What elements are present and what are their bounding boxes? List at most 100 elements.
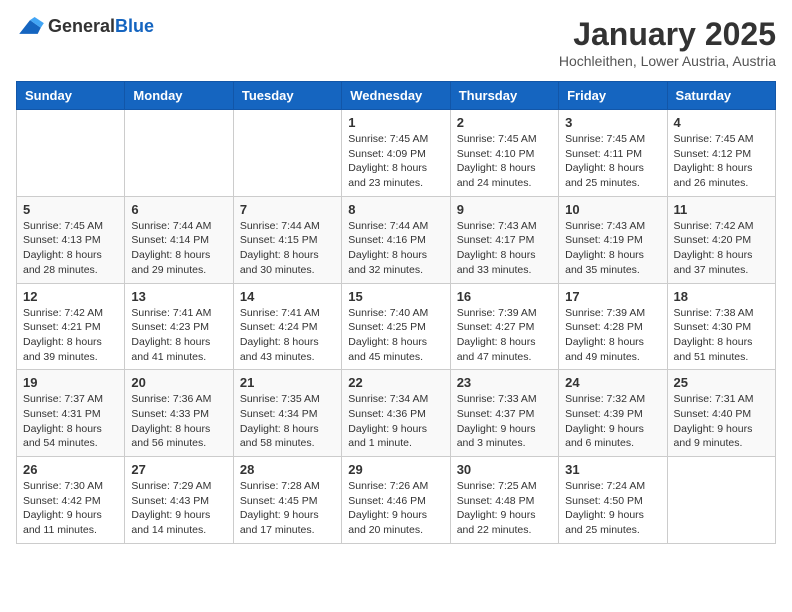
day-info: Sunrise: 7:26 AM Sunset: 4:46 PM Dayligh…: [348, 479, 443, 538]
day-of-week-header: Thursday: [450, 82, 558, 110]
day-info: Sunrise: 7:24 AM Sunset: 4:50 PM Dayligh…: [565, 479, 660, 538]
calendar-day-cell: 4 Sunrise: 7:45 AM Sunset: 4:12 PM Daylig…: [667, 110, 775, 197]
day-of-week-header: Friday: [559, 82, 667, 110]
day-number: 21: [240, 375, 335, 390]
day-info: Sunrise: 7:45 AM Sunset: 4:13 PM Dayligh…: [23, 219, 118, 278]
calendar-day-cell: 2 Sunrise: 7:45 AM Sunset: 4:10 PM Daylig…: [450, 110, 558, 197]
day-info: Sunrise: 7:41 AM Sunset: 4:24 PM Dayligh…: [240, 306, 335, 365]
calendar-day-cell: 20 Sunrise: 7:36 AM Sunset: 4:33 PM Dayli…: [125, 370, 233, 457]
calendar-day-cell: 6 Sunrise: 7:44 AM Sunset: 4:14 PM Daylig…: [125, 196, 233, 283]
day-info: Sunrise: 7:32 AM Sunset: 4:39 PM Dayligh…: [565, 392, 660, 451]
day-number: 17: [565, 289, 660, 304]
day-number: 20: [131, 375, 226, 390]
calendar-day-cell: [233, 110, 341, 197]
calendar-week-row: 19Sunrise: 7:37 AM Sunset: 4:31 PM Dayli…: [17, 370, 776, 457]
calendar-day-cell: 9Sunrise: 7:43 AM Sunset: 4:17 PM Daylig…: [450, 196, 558, 283]
day-info: Sunrise: 7:39 AM Sunset: 4:28 PM Dayligh…: [565, 306, 660, 365]
calendar-day-cell: 31Sunrise: 7:24 AM Sunset: 4:50 PM Dayli…: [559, 457, 667, 544]
calendar-day-cell: 8 Sunrise: 7:44 AM Sunset: 4:16 PM Daylig…: [342, 196, 450, 283]
day-of-week-header: Sunday: [17, 82, 125, 110]
day-info: Sunrise: 7:45 AM Sunset: 4:10 PM Dayligh…: [457, 132, 552, 191]
calendar-day-cell: 24 Sunrise: 7:32 AM Sunset: 4:39 PM Dayli…: [559, 370, 667, 457]
calendar-day-cell: 25Sunrise: 7:31 AM Sunset: 4:40 PM Dayli…: [667, 370, 775, 457]
day-number: 29: [348, 462, 443, 477]
calendar-week-row: 1 Sunrise: 7:45 AM Sunset: 4:09 PM Daylig…: [17, 110, 776, 197]
day-number: 4: [674, 115, 769, 130]
calendar-header-row: SundayMondayTuesdayWednesdayThursdayFrid…: [17, 82, 776, 110]
location-subtitle: Hochleithen, Lower Austria, Austria: [559, 53, 776, 69]
day-number: 1: [348, 115, 443, 130]
day-info: Sunrise: 7:44 AM Sunset: 4:14 PM Dayligh…: [131, 219, 226, 278]
calendar-day-cell: 28 Sunrise: 7:28 AM Sunset: 4:45 PM Dayli…: [233, 457, 341, 544]
day-number: 2: [457, 115, 552, 130]
day-number: 5: [23, 202, 118, 217]
day-of-week-header: Wednesday: [342, 82, 450, 110]
day-of-week-header: Monday: [125, 82, 233, 110]
day-info: Sunrise: 7:28 AM Sunset: 4:45 PM Dayligh…: [240, 479, 335, 538]
day-info: Sunrise: 7:41 AM Sunset: 4:23 PM Dayligh…: [131, 306, 226, 365]
day-info: Sunrise: 7:38 AM Sunset: 4:30 PM Dayligh…: [674, 306, 769, 365]
logo-blue: Blue: [115, 16, 154, 36]
calendar-day-cell: 27 Sunrise: 7:29 AM Sunset: 4:43 PM Dayli…: [125, 457, 233, 544]
calendar-day-cell: 15 Sunrise: 7:40 AM Sunset: 4:25 PM Dayli…: [342, 283, 450, 370]
day-number: 22: [348, 375, 443, 390]
day-number: 15: [348, 289, 443, 304]
day-number: 28: [240, 462, 335, 477]
calendar-day-cell: 11Sunrise: 7:42 AM Sunset: 4:20 PM Dayli…: [667, 196, 775, 283]
calendar-day-cell: 29 Sunrise: 7:26 AM Sunset: 4:46 PM Dayli…: [342, 457, 450, 544]
day-info: Sunrise: 7:36 AM Sunset: 4:33 PM Dayligh…: [131, 392, 226, 451]
day-info: Sunrise: 7:30 AM Sunset: 4:42 PM Dayligh…: [23, 479, 118, 538]
day-number: 16: [457, 289, 552, 304]
calendar-day-cell: 10Sunrise: 7:43 AM Sunset: 4:19 PM Dayli…: [559, 196, 667, 283]
calendar-day-cell: 17 Sunrise: 7:39 AM Sunset: 4:28 PM Dayli…: [559, 283, 667, 370]
day-number: 10: [565, 202, 660, 217]
day-number: 26: [23, 462, 118, 477]
calendar-day-cell: 18Sunrise: 7:38 AM Sunset: 4:30 PM Dayli…: [667, 283, 775, 370]
day-number: 3: [565, 115, 660, 130]
logo-text: GeneralBlue: [48, 16, 154, 37]
calendar-day-cell: [17, 110, 125, 197]
day-number: 25: [674, 375, 769, 390]
day-number: 13: [131, 289, 226, 304]
day-info: Sunrise: 7:42 AM Sunset: 4:21 PM Dayligh…: [23, 306, 118, 365]
day-number: 9: [457, 202, 552, 217]
day-number: 8: [348, 202, 443, 217]
day-number: 12: [23, 289, 118, 304]
day-number: 19: [23, 375, 118, 390]
month-title: January 2025: [559, 16, 776, 53]
day-info: Sunrise: 7:42 AM Sunset: 4:20 PM Dayligh…: [674, 219, 769, 278]
day-number: 24: [565, 375, 660, 390]
day-number: 6: [131, 202, 226, 217]
calendar-day-cell: 19Sunrise: 7:37 AM Sunset: 4:31 PM Dayli…: [17, 370, 125, 457]
calendar-day-cell: 5 Sunrise: 7:45 AM Sunset: 4:13 PM Daylig…: [17, 196, 125, 283]
logo-icon: [16, 17, 44, 37]
day-info: Sunrise: 7:25 AM Sunset: 4:48 PM Dayligh…: [457, 479, 552, 538]
logo-general: General: [48, 16, 115, 36]
day-info: Sunrise: 7:29 AM Sunset: 4:43 PM Dayligh…: [131, 479, 226, 538]
day-info: Sunrise: 7:39 AM Sunset: 4:27 PM Dayligh…: [457, 306, 552, 365]
calendar-week-row: 26 Sunrise: 7:30 AM Sunset: 4:42 PM Dayli…: [17, 457, 776, 544]
day-info: Sunrise: 7:45 AM Sunset: 4:11 PM Dayligh…: [565, 132, 660, 191]
day-of-week-header: Saturday: [667, 82, 775, 110]
day-info: Sunrise: 7:45 AM Sunset: 4:12 PM Dayligh…: [674, 132, 769, 191]
day-info: Sunrise: 7:45 AM Sunset: 4:09 PM Dayligh…: [348, 132, 443, 191]
day-info: Sunrise: 7:40 AM Sunset: 4:25 PM Dayligh…: [348, 306, 443, 365]
day-info: Sunrise: 7:44 AM Sunset: 4:15 PM Dayligh…: [240, 219, 335, 278]
day-info: Sunrise: 7:34 AM Sunset: 4:36 PM Dayligh…: [348, 392, 443, 451]
day-info: Sunrise: 7:35 AM Sunset: 4:34 PM Dayligh…: [240, 392, 335, 451]
day-number: 27: [131, 462, 226, 477]
calendar-day-cell: 16 Sunrise: 7:39 AM Sunset: 4:27 PM Dayli…: [450, 283, 558, 370]
day-number: 14: [240, 289, 335, 304]
calendar-day-cell: 14 Sunrise: 7:41 AM Sunset: 4:24 PM Dayli…: [233, 283, 341, 370]
day-info: Sunrise: 7:44 AM Sunset: 4:16 PM Dayligh…: [348, 219, 443, 278]
calendar-day-cell: 3 Sunrise: 7:45 AM Sunset: 4:11 PM Daylig…: [559, 110, 667, 197]
calendar-day-cell: 13 Sunrise: 7:41 AM Sunset: 4:23 PM Dayli…: [125, 283, 233, 370]
logo: GeneralBlue: [16, 16, 154, 37]
calendar-day-cell: 1 Sunrise: 7:45 AM Sunset: 4:09 PM Daylig…: [342, 110, 450, 197]
day-number: 30: [457, 462, 552, 477]
day-of-week-header: Tuesday: [233, 82, 341, 110]
calendar-day-cell: 21 Sunrise: 7:35 AM Sunset: 4:34 PM Dayli…: [233, 370, 341, 457]
title-block: January 2025 Hochleithen, Lower Austria,…: [559, 16, 776, 69]
calendar-day-cell: 26 Sunrise: 7:30 AM Sunset: 4:42 PM Dayli…: [17, 457, 125, 544]
page-header: GeneralBlue January 2025 Hochleithen, Lo…: [16, 16, 776, 69]
